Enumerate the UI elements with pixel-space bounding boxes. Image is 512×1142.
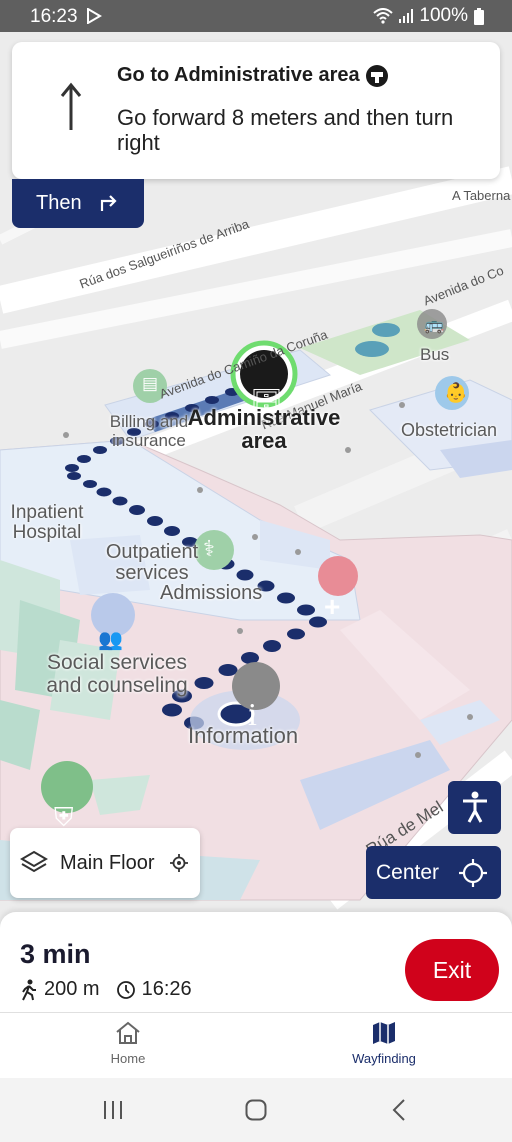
trip-duration: 3 min — [20, 939, 91, 969]
wifi-icon — [373, 8, 394, 24]
nav-wayfinding-label: Wayfinding — [352, 1051, 416, 1066]
map-icon — [373, 1022, 395, 1044]
then-label: Then — [36, 192, 82, 214]
exit-button[interactable]: Exit — [405, 939, 499, 1001]
trip-arrival: 16:26 — [141, 978, 192, 1000]
poi-label-information: Information — [188, 723, 299, 748]
poi-label-admissions: Admissions — [160, 582, 263, 604]
clock-icon — [116, 980, 135, 999]
billing-icon[interactable]: ▤ — [142, 374, 158, 394]
poi-label-inpatient: Inpatient Hospital — [10, 502, 84, 543]
home-circle-icon[interactable] — [245, 1099, 267, 1121]
poi-label-admin: Administrative area — [187, 405, 341, 453]
system-nav-bar — [0, 1078, 512, 1142]
arrow-up-icon — [60, 82, 82, 130]
trip-meta: 200 m 16:26 — [20, 978, 192, 1001]
poi-label-social: Social services and counseling — [46, 651, 188, 697]
battery-percent: 100% — [419, 5, 468, 26]
signal-icon — [399, 9, 414, 23]
status-bar: 16:23 100% — [0, 0, 512, 32]
status-time: 16:23 — [30, 6, 78, 27]
floor-label: Main Floor — [60, 852, 155, 874]
trip-distance: 200 m — [44, 978, 100, 1000]
obstetrician-icon[interactable]: 👶 — [444, 381, 468, 405]
center-button[interactable]: Center — [366, 846, 501, 899]
poi-label-billing: Billing and insurance — [109, 412, 189, 450]
bus-icon[interactable]: 🚌 — [424, 315, 444, 335]
poi-label-outpatient: Outpatient services — [105, 541, 199, 584]
layers-icon — [20, 850, 48, 873]
walking-icon — [22, 979, 36, 1000]
back-icon[interactable] — [392, 1099, 406, 1121]
admissions-icon[interactable]: + — [324, 593, 340, 621]
home-icon — [116, 1021, 140, 1044]
accessibility-button[interactable] — [448, 781, 501, 834]
play-store-icon — [86, 7, 102, 30]
accessibility-icon — [463, 791, 487, 823]
then-turn-right-button[interactable]: Then — [12, 179, 144, 228]
street-label: A Taberna c — [452, 188, 512, 203]
step-instruction: Go forward 8 meters and then turn right — [117, 105, 454, 155]
nav-item-wayfinding[interactable]: Wayfinding — [314, 1021, 454, 1066]
nav-home-label: Home — [110, 1051, 146, 1066]
nav-item-home[interactable]: Home — [58, 1021, 198, 1066]
center-label: Center — [376, 861, 440, 884]
turn-right-icon — [100, 195, 117, 211]
destination-title: Go to Administrative area — [117, 64, 360, 86]
locate-floor-icon — [170, 854, 188, 872]
recent-apps-icon[interactable] — [102, 1100, 124, 1120]
social-services-icon[interactable]: 👥 — [98, 627, 123, 652]
destination-row: Go to Administrative area — [117, 64, 388, 87]
battery-icon — [474, 7, 484, 25]
administrative-area-icon — [365, 64, 388, 87]
crosshair-icon — [459, 859, 487, 887]
instruction-card: Go to Administrative area Go forward 8 m… — [12, 42, 500, 179]
floor-selector[interactable]: Main Floor — [10, 828, 200, 898]
poi-label-bus: Bus — [420, 345, 450, 364]
poi-label-obstetrician: Obstetrician — [401, 420, 498, 440]
bottom-nav: Home Wayfinding — [0, 1012, 512, 1079]
